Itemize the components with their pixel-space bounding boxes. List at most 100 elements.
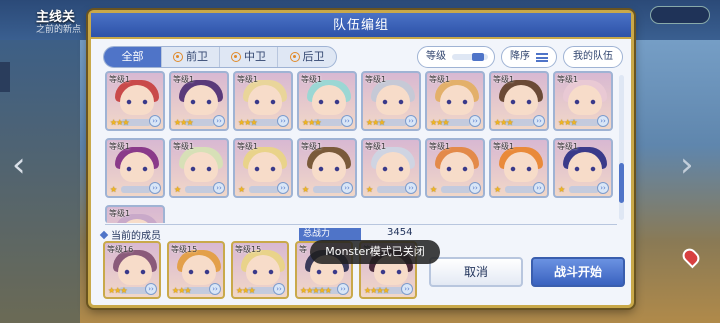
- character-card[interactable]: 等级1 ★ ››: [105, 138, 165, 198]
- detail-arrow-icon: ››: [149, 182, 161, 194]
- rarity-stars: ★: [494, 185, 501, 194]
- next-arrow-icon[interactable]: ›: [680, 145, 694, 185]
- card-level: 等级1: [365, 142, 387, 151]
- front-position-icon: [173, 52, 183, 62]
- tab-back[interactable]: 后卫: [278, 47, 336, 67]
- portrait-eyes: [190, 99, 212, 105]
- portrait-eyes: [446, 99, 468, 105]
- portrait-eyes: [446, 166, 468, 172]
- detail-arrow-icon: ››: [341, 115, 353, 127]
- detail-arrow-icon: ››: [277, 182, 289, 194]
- card-strip: [441, 186, 471, 193]
- portrait-eyes: [254, 99, 276, 105]
- rarity-stars: ★★★: [302, 118, 321, 127]
- character-card[interactable]: 等级1 ★★★ ››: [105, 71, 165, 131]
- character-card[interactable]: 等级1 ★ ››: [233, 138, 293, 198]
- portrait-eyes: [254, 166, 276, 172]
- tab-middle[interactable]: 中卫: [220, 47, 278, 67]
- detail-arrow-icon: ››: [405, 115, 417, 127]
- rarity-stars: ★★★★: [364, 286, 390, 295]
- portrait-eyes: [190, 166, 212, 172]
- card-level: 等级1: [173, 75, 195, 84]
- character-card[interactable]: 等级1 ★★★ ››: [233, 71, 293, 131]
- card-level: 等级1: [365, 75, 387, 84]
- scrollbar-thumb[interactable]: [619, 163, 624, 203]
- card-level: 等级16: [107, 245, 134, 254]
- character-card[interactable]: 等级1 ★ ››: [425, 138, 485, 198]
- character-card[interactable]: 等级16 ★★★ ››: [103, 241, 161, 299]
- character-card[interactable]: 等级1 ★★★ ››: [297, 71, 357, 131]
- character-card[interactable]: 等级1 ★ ››: [489, 138, 549, 198]
- detail-arrow-icon: ››: [405, 182, 417, 194]
- detail-arrow-icon: ››: [149, 115, 161, 127]
- character-card[interactable]: 等级1 ★★★ ››: [425, 71, 485, 131]
- character-card[interactable]: 等级1 ★ ››: [169, 138, 229, 198]
- card-level: 等级1: [173, 142, 195, 151]
- character-card[interactable]: 等级1 ★★★ ››: [169, 71, 229, 131]
- detail-arrow-icon: ››: [213, 182, 225, 194]
- sort-box-icon: [472, 53, 484, 61]
- card-level: 等级1: [109, 142, 131, 151]
- character-card[interactable]: 等级1 ★★★ ››: [553, 71, 613, 131]
- position-filter-tabs: 全部 前卫 中卫 后卫: [103, 46, 337, 68]
- cancel-button[interactable]: 取消: [429, 257, 523, 287]
- character-card[interactable]: 等级1 ★ ››: [553, 138, 613, 198]
- rarity-stars: ★★★: [236, 286, 255, 295]
- order-button[interactable]: 降序: [501, 46, 557, 68]
- tab-all-label: 全部: [121, 50, 144, 63]
- rarity-stars: ★★★: [172, 286, 191, 295]
- order-label: 降序: [510, 51, 530, 62]
- roster-scrollbar[interactable]: [619, 75, 624, 220]
- rarity-stars: ★★★: [494, 118, 513, 127]
- detail-arrow-icon: ››: [597, 115, 609, 127]
- toast-message: Monster模式已关闭: [310, 240, 440, 264]
- card-level: 等级1: [493, 142, 515, 151]
- side-menu-tab[interactable]: [0, 62, 10, 92]
- dialog-title: 队伍编组: [91, 13, 631, 39]
- rarity-stars: ★★★: [430, 118, 449, 127]
- portrait-eyes: [382, 99, 404, 105]
- card-strip: [569, 186, 599, 193]
- detail-arrow-icon: ››: [341, 182, 353, 194]
- character-card[interactable]: 等级1 ★ ››: [361, 138, 421, 198]
- tab-front-label: 前卫: [186, 50, 208, 63]
- rarity-stars: ★★★: [110, 118, 129, 127]
- rarity-stars: ★: [238, 185, 245, 194]
- character-card[interactable]: 等级15 ★★★ ››: [231, 241, 289, 299]
- prev-arrow-icon[interactable]: ‹: [12, 145, 26, 185]
- detail-arrow-icon: ››: [469, 182, 481, 194]
- portrait-eyes: [318, 166, 340, 172]
- sort-lines-icon: [536, 52, 548, 62]
- rarity-stars: ★★★: [558, 118, 577, 127]
- tab-middle-label: 中卫: [244, 50, 266, 63]
- start-battle-button[interactable]: 战斗开始: [531, 257, 625, 287]
- rarity-stars: ★: [430, 185, 437, 194]
- character-card[interactable]: 等级15 ★★★ ››: [167, 241, 225, 299]
- card-level: 等级1: [557, 75, 579, 84]
- tab-all[interactable]: 全部: [104, 47, 162, 67]
- middle-position-icon: [231, 52, 241, 62]
- currency-display: [650, 6, 710, 24]
- sort-by-button[interactable]: 等级: [417, 46, 495, 68]
- card-level: 等级1: [301, 75, 323, 84]
- card-level: 等: [299, 245, 307, 254]
- card-level: 等级1: [557, 142, 579, 151]
- total-power-value: 3454: [387, 227, 413, 238]
- current-members-heading: 当前的成员: [99, 227, 161, 242]
- character-card[interactable]: 等级1 ★★★ ››: [361, 71, 421, 131]
- card-strip: [121, 186, 151, 193]
- detail-arrow-icon: ››: [145, 283, 157, 295]
- rarity-stars: ★★★★★: [300, 286, 332, 295]
- roster-grid: 等级1 ★★★ ›› 等级1 ★★★ ›› 等级1 ★★★ ›› 等级1 ★★★ ›› 等级1 ★★★ ››…: [105, 71, 615, 223]
- character-card[interactable]: 等级1 ★ ››: [297, 138, 357, 198]
- portrait-eyes: [510, 166, 532, 172]
- tab-front[interactable]: 前卫: [162, 47, 220, 67]
- detail-arrow-icon: ››: [213, 115, 225, 127]
- portrait-eyes: [124, 269, 146, 275]
- character-card[interactable]: 等级1 ★★★ ››: [489, 71, 549, 131]
- my-team-button[interactable]: 我的队伍: [563, 46, 623, 68]
- portrait-eyes: [380, 269, 402, 275]
- character-card[interactable]: 等级1››: [105, 205, 165, 223]
- card-strip: [185, 186, 215, 193]
- detail-arrow-icon: ››: [597, 182, 609, 194]
